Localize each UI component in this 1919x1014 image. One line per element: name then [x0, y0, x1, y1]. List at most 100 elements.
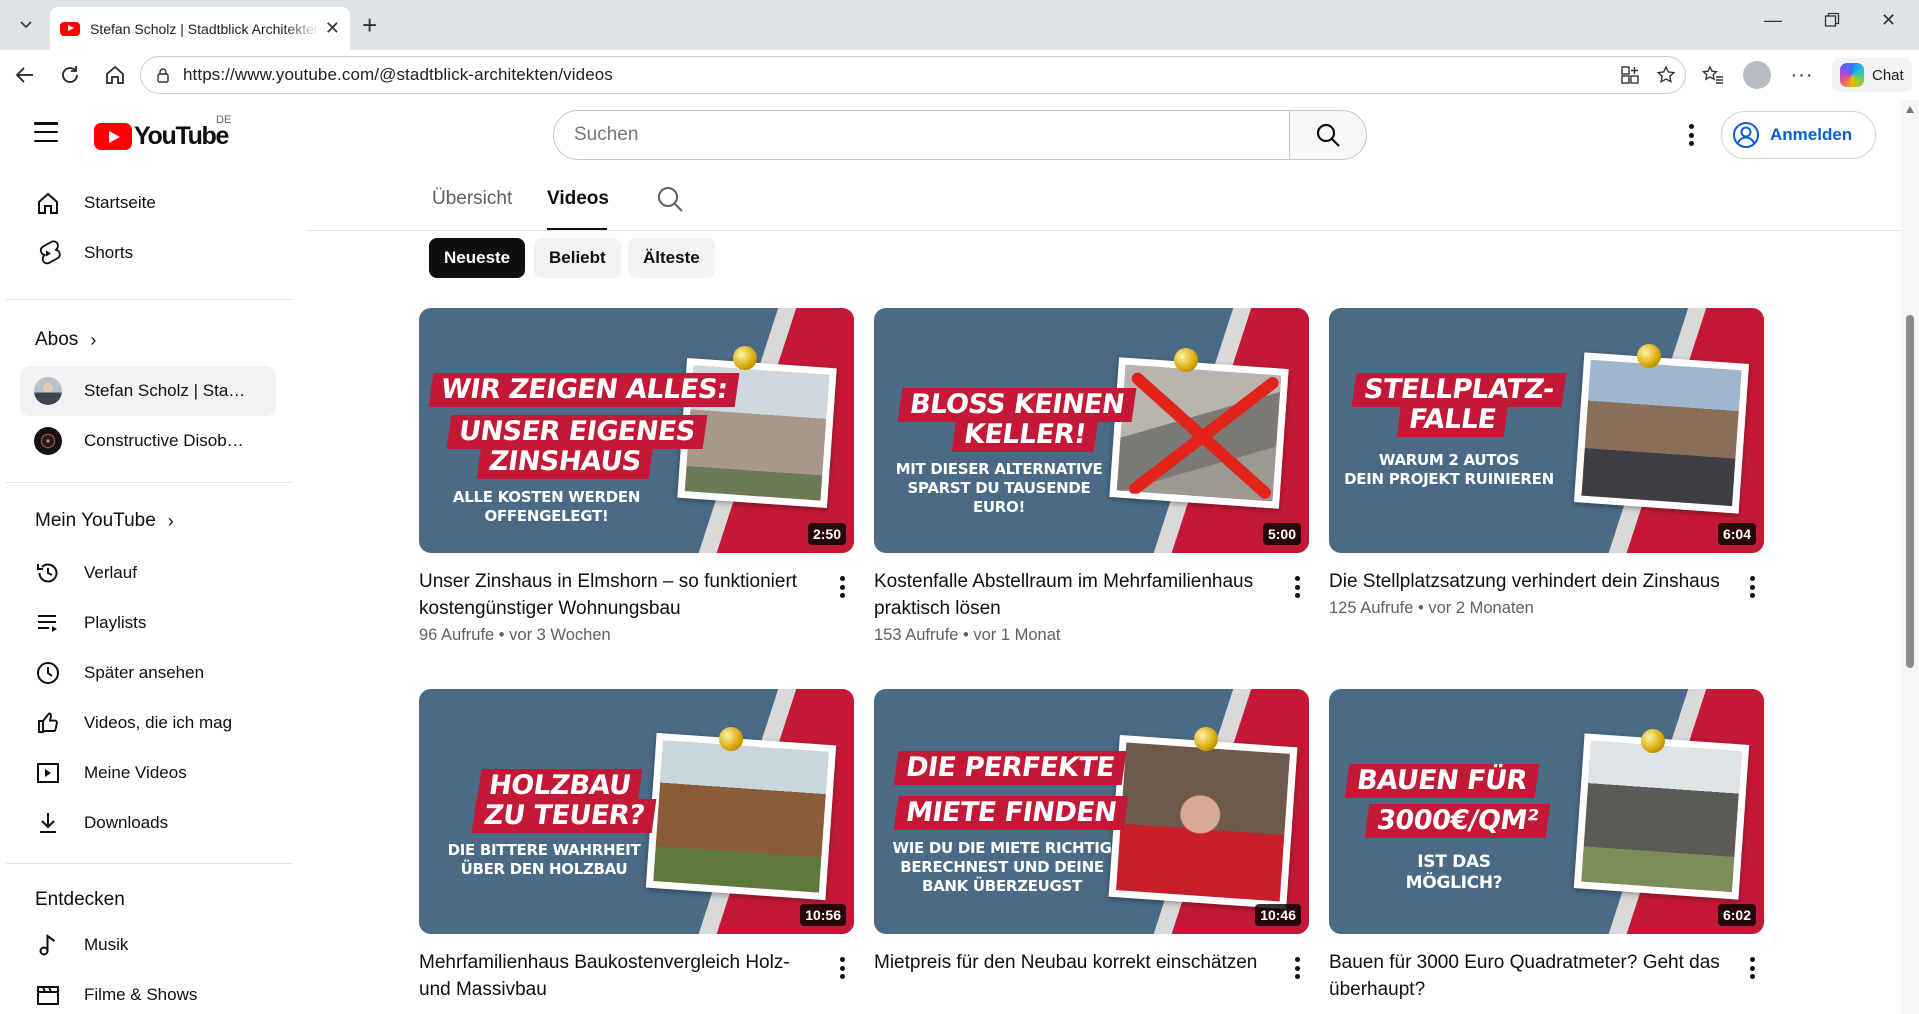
video-thumbnail[interactable]: HOLZBAU ZU TEUER? DIE BITTERE WAHRHEIT Ü…	[419, 689, 854, 934]
tab-overview[interactable]: Übersicht	[432, 188, 512, 210]
search-field[interactable]	[553, 110, 1298, 160]
chip-popular[interactable]: Beliebt	[534, 238, 621, 278]
close-tab-icon[interactable]: ✕	[325, 18, 340, 39]
browser-tab-active[interactable]: Stefan Scholz | Stadtblick Architekten ✕	[50, 7, 350, 50]
sidebar-item-movies[interactable]: Filme & Shows	[20, 970, 276, 1014]
new-tab-button[interactable]: +	[362, 10, 377, 41]
you-heading[interactable]: Mein YouTube ›	[35, 510, 174, 532]
video-card[interactable]: STELLPLATZ- FALLE WARUM 2 AUTOS DEIN PRO…	[1329, 308, 1764, 618]
video-card[interactable]: WIR ZEIGEN ALLES: UNSER EIGENES ZINSHAUS…	[419, 308, 854, 645]
sidebar-item-downloads[interactable]: Downloads	[20, 798, 276, 848]
sidebar-item-subscription-constructive[interactable]: Constructive Disobedience	[20, 416, 276, 466]
sidebar-item-label: Startseite	[84, 193, 156, 212]
video-title[interactable]: Unser Zinshaus in Elmshorn – so funktion…	[419, 568, 819, 622]
chat-label: Chat	[1872, 66, 1904, 84]
restore-button[interactable]	[1824, 12, 1840, 33]
chip-oldest[interactable]: Älteste	[628, 238, 715, 278]
favorite-star-button[interactable]	[1653, 62, 1679, 88]
video-title[interactable]: Kostenfalle Abstellraum im Mehrfamilienh…	[874, 568, 1274, 622]
thumbnail-subtext: IST DAS MÖGLICH?	[1405, 852, 1503, 894]
video-menu-icon[interactable]	[1750, 957, 1756, 979]
my-videos-icon	[34, 759, 62, 787]
scrollbar-thumb[interactable]	[1906, 315, 1914, 668]
video-card[interactable]: BAUEN FÜR 3000€/QM² IST DAS MÖGLICH? 6:0…	[1329, 689, 1764, 1007]
video-duration: 2:50	[807, 523, 846, 545]
chevron-right-icon: ›	[90, 329, 97, 350]
video-card[interactable]: DIE PERFEKTE MIETE FINDEN WIE DU DIE MIE…	[874, 689, 1309, 980]
video-thumbnail[interactable]: DIE PERFEKTE MIETE FINDEN WIE DU DIE MIE…	[874, 689, 1309, 934]
explore-heading: Entdecken	[35, 889, 125, 911]
sidebar-item-subscription-stadtblick[interactable]: Stefan Scholz | Stadtblick Architekten	[20, 366, 276, 416]
thumbnail-headline: DIE PERFEKTE	[893, 751, 1127, 786]
close-window-button[interactable]: ✕	[1881, 10, 1896, 31]
sidebar-item-home[interactable]: Startseite	[20, 178, 276, 228]
page-scrollbar[interactable]	[1901, 100, 1919, 1014]
tab-list-button[interactable]	[10, 8, 42, 40]
browser-toolbar: https://www.youtube.com/@stadtblick-arch…	[0, 50, 1919, 100]
channel-search-button[interactable]	[656, 185, 684, 218]
thumbnail-photo	[1108, 734, 1298, 910]
video-menu-icon[interactable]	[840, 576, 846, 598]
address-bar[interactable]: https://www.youtube.com/@stadtblick-arch…	[140, 56, 1686, 94]
video-thumbnail[interactable]: BLOSS KEINEN KELLER! MIT DIESER ALTERNAT…	[874, 308, 1309, 553]
url-prefix: https://	[183, 65, 235, 84]
pin-icon	[1174, 348, 1198, 372]
sidebar-divider	[6, 299, 293, 300]
chip-newest[interactable]: Neueste	[429, 238, 526, 278]
video-menu-icon[interactable]	[1750, 576, 1756, 598]
copilot-chat-button[interactable]: Chat	[1832, 58, 1912, 92]
reload-icon	[62, 66, 78, 83]
menu-icon[interactable]	[34, 122, 58, 142]
url-host: www.youtube.com	[234, 65, 375, 84]
app-available-button[interactable]	[1617, 62, 1643, 88]
subscriptions-heading[interactable]: Abos ›	[35, 329, 96, 351]
more-dots-icon: ···	[1790, 63, 1814, 86]
reload-button[interactable]	[57, 62, 83, 88]
sidebar-item-my-videos[interactable]: Meine Videos	[20, 748, 276, 798]
logo-wordmark: YouTube	[134, 122, 229, 150]
video-thumbnail[interactable]: BAUEN FÜR 3000€/QM² IST DAS MÖGLICH? 6:0…	[1329, 689, 1764, 934]
settings-more-button[interactable]: ···	[1789, 62, 1815, 88]
video-menu-icon[interactable]	[1295, 957, 1301, 979]
video-card[interactable]: BLOSS KEINEN KELLER! MIT DIESER ALTERNAT…	[874, 308, 1309, 645]
sidebar-item-history[interactable]: Verlauf	[20, 548, 276, 598]
arrow-left-icon	[15, 67, 33, 83]
thumbnail-photo	[1573, 733, 1750, 900]
video-duration: 5:00	[1262, 523, 1301, 545]
video-thumbnail[interactable]: WIR ZEIGEN ALLES: UNSER EIGENES ZINSHAUS…	[419, 308, 854, 553]
minimize-button[interactable]: —	[1764, 10, 1782, 31]
tab-videos[interactable]: Videos	[547, 188, 609, 210]
video-thumbnail[interactable]: STELLPLATZ- FALLE WARUM 2 AUTOS DEIN PRO…	[1329, 308, 1764, 553]
video-title[interactable]: Mehrfamilienhaus Baukostenvergleich Holz…	[419, 949, 819, 1003]
video-menu-icon[interactable]	[1295, 576, 1301, 598]
restore-icon	[1824, 12, 1840, 27]
download-icon	[34, 809, 62, 837]
favorites-button[interactable]	[1700, 62, 1726, 88]
search-button[interactable]	[1289, 110, 1367, 160]
sidebar-item-watch-later[interactable]: Später ansehen	[20, 648, 276, 698]
sidebar-item-label: Constructive Disobedience	[84, 431, 246, 450]
sidebar-item-liked-videos[interactable]: Videos, die ich mag	[20, 698, 276, 748]
video-menu-icon[interactable]	[840, 957, 846, 979]
tabs-divider	[306, 230, 1903, 231]
sidebar-item-label: Shorts	[84, 243, 134, 262]
search-input[interactable]	[574, 124, 1297, 146]
sidebar-item-shorts[interactable]: Shorts	[20, 228, 276, 278]
video-title[interactable]: Mietpreis für den Neubau korrekt einschä…	[874, 949, 1274, 976]
video-title[interactable]: Die Stellplatzsatzung verhindert dein Zi…	[1329, 568, 1729, 595]
settings-menu-button[interactable]	[1681, 124, 1701, 146]
profile-avatar-icon[interactable]	[1743, 61, 1771, 89]
signin-label: Anmelden	[1770, 125, 1853, 144]
video-card[interactable]: HOLZBAU ZU TEUER? DIE BITTERE WAHRHEIT Ü…	[419, 689, 854, 1007]
thumbnail-headline: WIR ZEIGEN ALLES:	[428, 373, 740, 408]
sidebar-item-music[interactable]: Musik	[20, 920, 276, 970]
scroll-up-icon[interactable]	[1906, 106, 1914, 113]
back-button[interactable]	[12, 62, 38, 88]
signin-button[interactable]: Anmelden	[1721, 111, 1876, 159]
sidebar-divider	[6, 863, 293, 864]
sidebar-item-playlists[interactable]: Playlists	[20, 598, 276, 648]
home-button[interactable]	[102, 62, 128, 88]
country-code: DE	[216, 114, 232, 126]
youtube-logo[interactable]: YouTube DE	[94, 114, 231, 151]
video-title[interactable]: Bauen für 3000 Euro Quadratmeter? Geht d…	[1329, 949, 1729, 1003]
